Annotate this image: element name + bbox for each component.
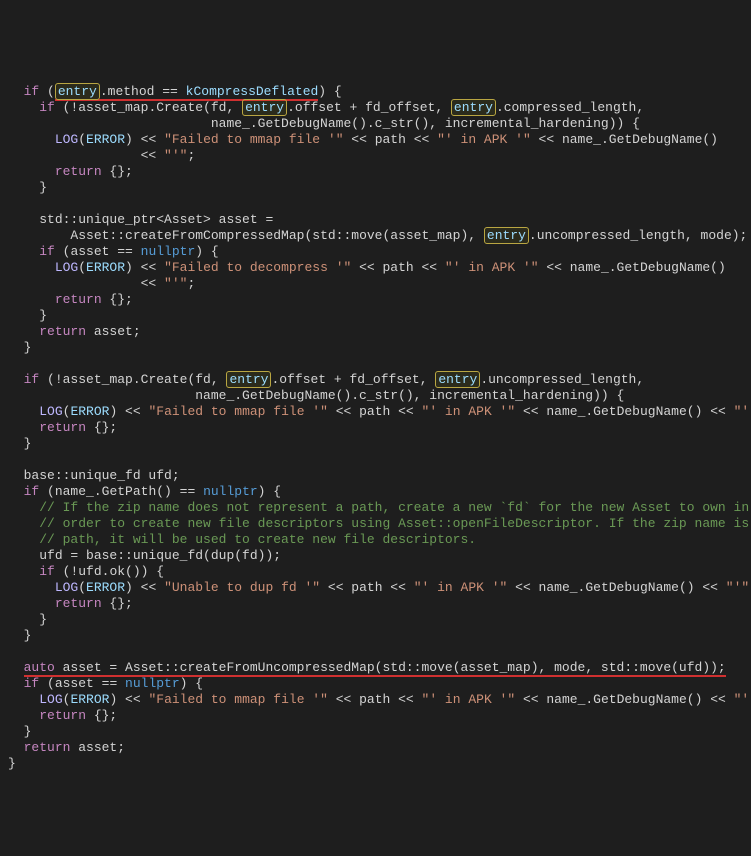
- line: return {};: [8, 164, 133, 179]
- line: auto asset = Asset::createFromUncompress…: [8, 660, 726, 677]
- entry-highlight: entry: [451, 99, 496, 116]
- line: Asset::createFromCompressedMap(std::move…: [8, 227, 747, 244]
- line: ufd = base::unique_fd(dup(fd));: [8, 548, 281, 563]
- entry-highlight: entry: [242, 99, 287, 116]
- line: return {};: [8, 708, 117, 723]
- line: [8, 196, 16, 211]
- line: if (asset == nullptr) {: [8, 676, 203, 691]
- line: return asset;: [8, 740, 125, 755]
- line: // path, it will be used to create new f…: [8, 532, 476, 547]
- line: if (name_.GetPath() == nullptr) {: [8, 484, 281, 499]
- line: LOG(ERROR) << "Failed to decompress '" <…: [8, 260, 726, 275]
- line: [8, 644, 16, 659]
- line: // order to create new file descriptors …: [8, 516, 751, 531]
- line: }: [8, 612, 47, 627]
- line: return {};: [8, 420, 117, 435]
- entry-highlight: entry: [484, 227, 529, 244]
- line: if (entry.method == kCompressDeflated) {: [8, 84, 342, 101]
- line: if (!ufd.ok()) {: [8, 564, 164, 579]
- line: LOG(ERROR) << "Unable to dup fd '" << pa…: [8, 580, 751, 595]
- entry-highlight: entry: [435, 371, 480, 388]
- line: }: [8, 340, 31, 355]
- line: }: [8, 308, 47, 323]
- line: LOG(ERROR) << "Failed to mmap file '" <<…: [8, 692, 751, 707]
- entry-highlight: entry: [55, 83, 100, 100]
- line: name_.GetDebugName().c_str(), incrementa…: [8, 388, 624, 403]
- line: }: [8, 436, 31, 451]
- line: LOG(ERROR) << "Failed to mmap file '" <<…: [8, 132, 718, 147]
- line: << "'";: [8, 276, 195, 291]
- line: }: [8, 628, 31, 643]
- line: }: [8, 724, 31, 739]
- line: return asset;: [8, 324, 141, 339]
- line: if (!asset_map.Create(fd, entry.offset +…: [8, 99, 644, 116]
- line: // If the zip name does not represent a …: [8, 500, 749, 515]
- line: LOG(ERROR) << "Failed to mmap file '" <<…: [8, 404, 751, 419]
- line: << "'";: [8, 148, 195, 163]
- entry-highlight: entry: [226, 371, 271, 388]
- line: if (asset == nullptr) {: [8, 244, 219, 259]
- line: return {};: [8, 596, 133, 611]
- code-block: if (entry.method == kCompressDeflated) {…: [8, 68, 743, 772]
- line: std::unique_ptr<Asset> asset =: [8, 212, 273, 227]
- line: [8, 356, 16, 371]
- line: }: [8, 180, 47, 195]
- line: if (!asset_map.Create(fd, entry.offset +…: [8, 371, 644, 388]
- line: base::unique_fd ufd;: [8, 468, 180, 483]
- line: }: [8, 756, 16, 771]
- line: [8, 452, 16, 467]
- line: return {};: [8, 292, 133, 307]
- line: name_.GetDebugName().c_str(), incrementa…: [8, 116, 640, 131]
